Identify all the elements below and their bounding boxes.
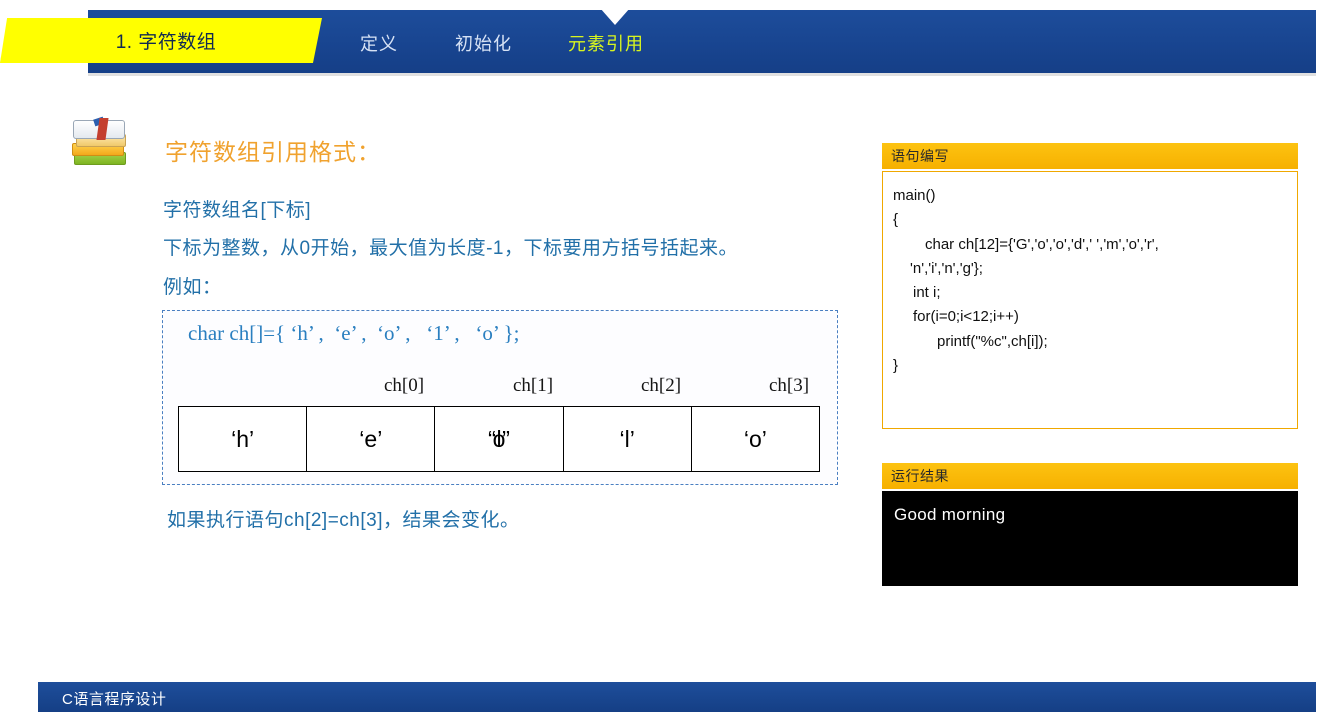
nav-item-initialization[interactable]: 初始化	[455, 30, 512, 56]
nav-item-element-reference[interactable]: 元素引用	[568, 30, 644, 56]
code-line-4: int i;	[913, 284, 941, 302]
code-panel-body: main() { char ch[12]={'G','o','o','d',' …	[882, 171, 1298, 429]
code-panel-title: 语句编写	[882, 143, 1298, 169]
index-label-1: ch[1]	[512, 375, 554, 396]
index-label-2: ch[2]	[640, 375, 682, 396]
code-line-5: for(i=0;i<12;i++)	[913, 308, 1019, 326]
code-line-7: }	[893, 357, 899, 375]
nav-item-define[interactable]: 定义	[360, 30, 398, 56]
index-label-0: ch[0]	[383, 375, 425, 396]
top-header-shadow	[88, 73, 1316, 76]
code-line-1: {	[893, 211, 899, 229]
body-line-example-label: 例如：	[163, 277, 222, 298]
body-line-syntax: 字符数组名[下标]	[163, 200, 312, 221]
result-panel-title: 运行结果	[882, 463, 1298, 489]
code-line-2: char ch[12]={'G','o','o','d',' ','m','o'…	[925, 235, 1159, 253]
example-declaration-code: char ch[]={ ‘h’ , ‘e’ , ‘o’ , ‘1’ , ‘o’ …	[188, 321, 520, 345]
array-cell-2-glyph-new: ‘l’	[491, 425, 507, 452]
array-cell-1: ‘e’	[307, 407, 436, 471]
code-line-0: main()	[893, 187, 936, 204]
stacked-books-icon	[70, 118, 128, 168]
code-line-3: 'n','i','n','g'};	[910, 259, 983, 277]
body-line-rule: 下标为整数，从0开始，最大值为长度-1，下标要用方括号括起来。	[163, 238, 738, 259]
page-title: 字符数组引用格式：	[165, 139, 381, 165]
array-cell-0: ‘h’	[179, 407, 308, 471]
index-label-3: ch[3]	[768, 375, 810, 396]
array-cell-2: ‘o’ ‘l’	[435, 407, 564, 471]
array-cell-4: ‘o’	[743, 425, 767, 452]
array-cell-3: ‘l’	[564, 407, 692, 471]
footer-bar	[38, 682, 1316, 712]
section-tab-label: 1. 字符数组	[115, 32, 217, 53]
footer-title: C语言程序设计	[62, 691, 167, 708]
section-tab[interactable]: 1. 字符数组	[0, 18, 324, 66]
array-cells-table: ‘h’ ‘e’ ‘o’ ‘l’ ‘l’ ‘o’	[178, 406, 820, 472]
code-line-6: printf("%c",ch[i]);	[937, 332, 1048, 350]
result-console-output: Good morning	[882, 491, 1298, 586]
note-text: 如果执行语句ch[2]=ch[3]，结果会变化。	[167, 510, 520, 531]
